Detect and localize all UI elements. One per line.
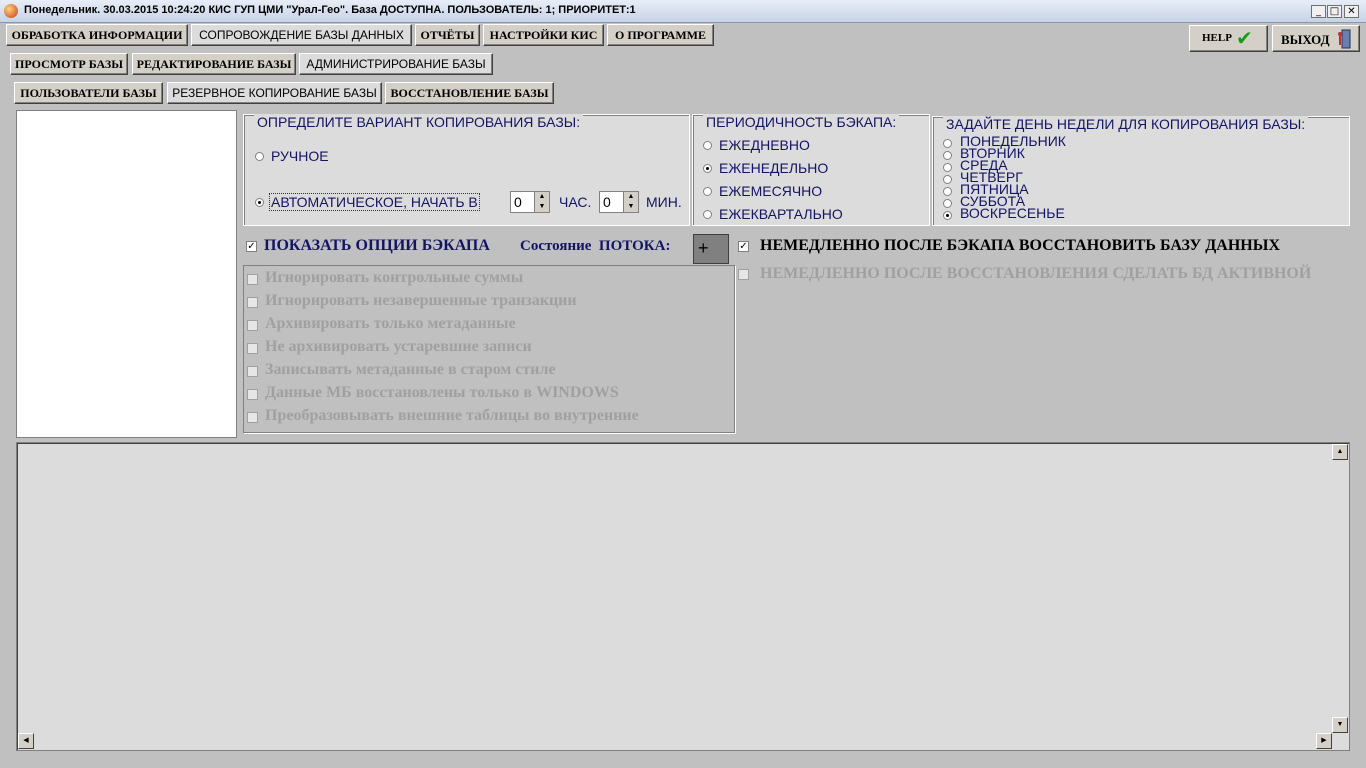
monthly-label: ЕЖЕМЕСЯЧНО [719,183,823,199]
convert-external-label: Преобразовывать внешние таблицы во внутр… [265,407,639,424]
help-button[interactable]: HELP ✔ [1189,25,1268,52]
ignore-limbo-checkbox[interactable] [247,297,258,308]
log-area[interactable]: ▲ ▼ ◀ ▶ [16,442,1350,751]
ignore-checksums-label: Игнорировать контрольные суммы [265,269,524,286]
minute-unit: МИН. [646,194,682,210]
minute-up-icon[interactable]: ▲ [624,192,638,202]
wednesday-radio[interactable] [943,163,952,172]
backup-options-group: Игнорировать контрольные суммы Игнориров… [243,265,735,433]
maximize-button[interactable]: □ [1327,5,1342,18]
tab-restore-db[interactable]: ВОССТАНОВЛЕНИЕ БАЗЫ [385,82,554,104]
weekday-group: ЗАДАЙТЕ ДЕНЬ НЕДЕЛИ ДЛЯ КОПИРОВАНИЯ БАЗЫ… [932,116,1350,226]
tab-backup-db[interactable]: РЕЗЕРВНОЕ КОПИРОВАНИЕ БАЗЫ [167,82,382,104]
copy-variant-group: ОПРЕДЕЛИТЕ ВАРИАНТ КОПИРОВАНИЯ БАЗЫ: РУЧ… [243,114,690,226]
periodicity-title: ПЕРИОДИЧНОСТЬ БЭКАПА: [703,114,900,130]
metadata-only-checkbox[interactable] [247,320,258,331]
minute-down-icon[interactable]: ▼ [624,202,638,212]
thread-state-value: + [698,238,709,258]
sunday-radio[interactable] [943,211,952,220]
saturday-radio[interactable] [943,199,952,208]
old-metadata-label: Записывать метаданные в старом стиле [265,361,556,378]
manual-label: РУЧНОЕ [271,148,329,164]
weekly-radio[interactable] [703,164,712,173]
auto-radio[interactable] [255,198,264,207]
tab-database-support[interactable]: СОПРОВОЖДЕНИЕ БАЗЫ ДАННЫХ [191,24,412,46]
door-exit-icon [1337,29,1351,49]
minimize-button[interactable]: _ [1311,5,1326,18]
hour-value: 0 [514,194,522,210]
activate-after-label: НЕМЕДЛЕННО ПОСЛЕ ВОССТАНОВЛЕНИЯ СДЕЛАТЬ … [760,265,1312,282]
quarterly-label: ЕЖЕКВАРТАЛЬНО [719,206,843,222]
window-title: Понедельник. 30.03.2015 10:24:20 КИС ГУП… [24,4,636,16]
restore-after-label: НЕМЕДЛЕННО ПОСЛЕ БЭКАПА ВОССТАНОВИТЬ БАЗ… [760,237,1280,254]
show-options-label: ПОКАЗАТЬ ОПЦИИ БЭКАПА [264,237,490,254]
database-list[interactable] [16,110,237,438]
tuesday-radio[interactable] [943,151,952,160]
exit-button[interactable]: ВЫХОД [1272,25,1360,52]
monday-radio[interactable] [943,139,952,148]
friday-radio[interactable] [943,187,952,196]
app-icon [4,4,18,18]
tab-db-users[interactable]: ПОЛЬЗОВАТЕЛИ БАЗЫ [14,82,163,104]
title-bar: Понедельник. 30.03.2015 10:24:20 КИС ГУП… [0,0,1366,23]
subtab-admin-db[interactable]: АДМИНИСТРИРОВАНИЕ БАЗЫ [299,53,493,75]
minute-stepper[interactable]: 0 ▲ ▼ [599,191,639,213]
sunday-label: ВОСКРЕСЕНЬЕ [960,205,1065,221]
tab-settings[interactable]: НАСТРОЙКИ КИС [483,24,604,46]
copy-variant-title: ОПРЕДЕЛИТЕ ВАРИАНТ КОПИРОВАНИЯ БАЗЫ: [254,114,584,130]
tab-reports[interactable]: ОТЧЁТЫ [415,24,480,46]
convert-external-checkbox[interactable] [247,412,258,423]
scroll-down-icon[interactable]: ▼ [1332,717,1348,733]
ignore-limbo-label: Игнорировать незавершенные транзакции [265,292,577,309]
weekday-title: ЗАДАЙТЕ ДЕНЬ НЕДЕЛИ ДЛЯ КОПИРОВАНИЯ БАЗЫ… [943,116,1309,132]
no-garbage-label: Не архивировать устаревшие записи [265,338,532,355]
periodicity-group: ПЕРИОДИЧНОСТЬ БЭКАПА: ЕЖЕДНЕВНО ЕЖЕНЕДЕЛ… [692,114,930,226]
restore-after-checkbox[interactable]: ✓ [738,241,749,252]
help-label: HELP [1202,32,1232,44]
close-button[interactable]: ✕ [1344,5,1359,18]
check-icon: ✔ [1236,26,1253,50]
thread-state-label: Состояние ПОТОКА: [520,238,671,254]
subtab-view-db[interactable]: ПРОСМОТР БАЗЫ [10,53,128,75]
tab-about[interactable]: О ПРОГРАММЕ [607,24,714,46]
tab-data-processing[interactable]: ОБРАБОТКА ИНФОРМАЦИИ [6,24,188,46]
subtab-edit-db[interactable]: РЕДАКТИРОВАНИЕ БАЗЫ [132,53,296,75]
hour-down-icon[interactable]: ▼ [535,202,549,212]
non-transportable-label: Данные МБ восстановлены только в WINDOWS [265,384,619,401]
scroll-right-icon[interactable]: ▶ [1316,733,1332,749]
quarterly-radio[interactable] [703,210,712,219]
auto-label: АВТОМАТИЧЕСКОЕ, НАЧАТЬ В [269,193,480,211]
scroll-up-icon[interactable]: ▲ [1332,444,1348,460]
hour-up-icon[interactable]: ▲ [535,192,549,202]
exit-label: ВЫХОД [1281,32,1330,47]
minute-value: 0 [603,194,611,210]
thursday-radio[interactable] [943,175,952,184]
old-metadata-checkbox[interactable] [247,366,258,377]
metadata-only-label: Архивировать только метаданные [265,315,516,332]
monthly-radio[interactable] [703,187,712,196]
manual-radio[interactable] [255,152,264,161]
daily-label: ЕЖЕДНЕВНО [719,137,810,153]
show-options-checkbox[interactable]: ✓ [246,241,257,252]
activate-after-checkbox[interactable] [738,269,749,280]
hour-stepper[interactable]: 0 ▲ ▼ [510,191,550,213]
non-transportable-checkbox[interactable] [247,389,258,400]
weekly-label: ЕЖЕНЕДЕЛЬНО [719,160,829,176]
scroll-left-icon[interactable]: ◀ [18,733,34,749]
no-garbage-checkbox[interactable] [247,343,258,354]
daily-radio[interactable] [703,141,712,150]
ignore-checksums-checkbox[interactable] [247,274,258,285]
thread-state-indicator: + [693,234,729,264]
hour-unit: ЧАС. [559,194,592,210]
